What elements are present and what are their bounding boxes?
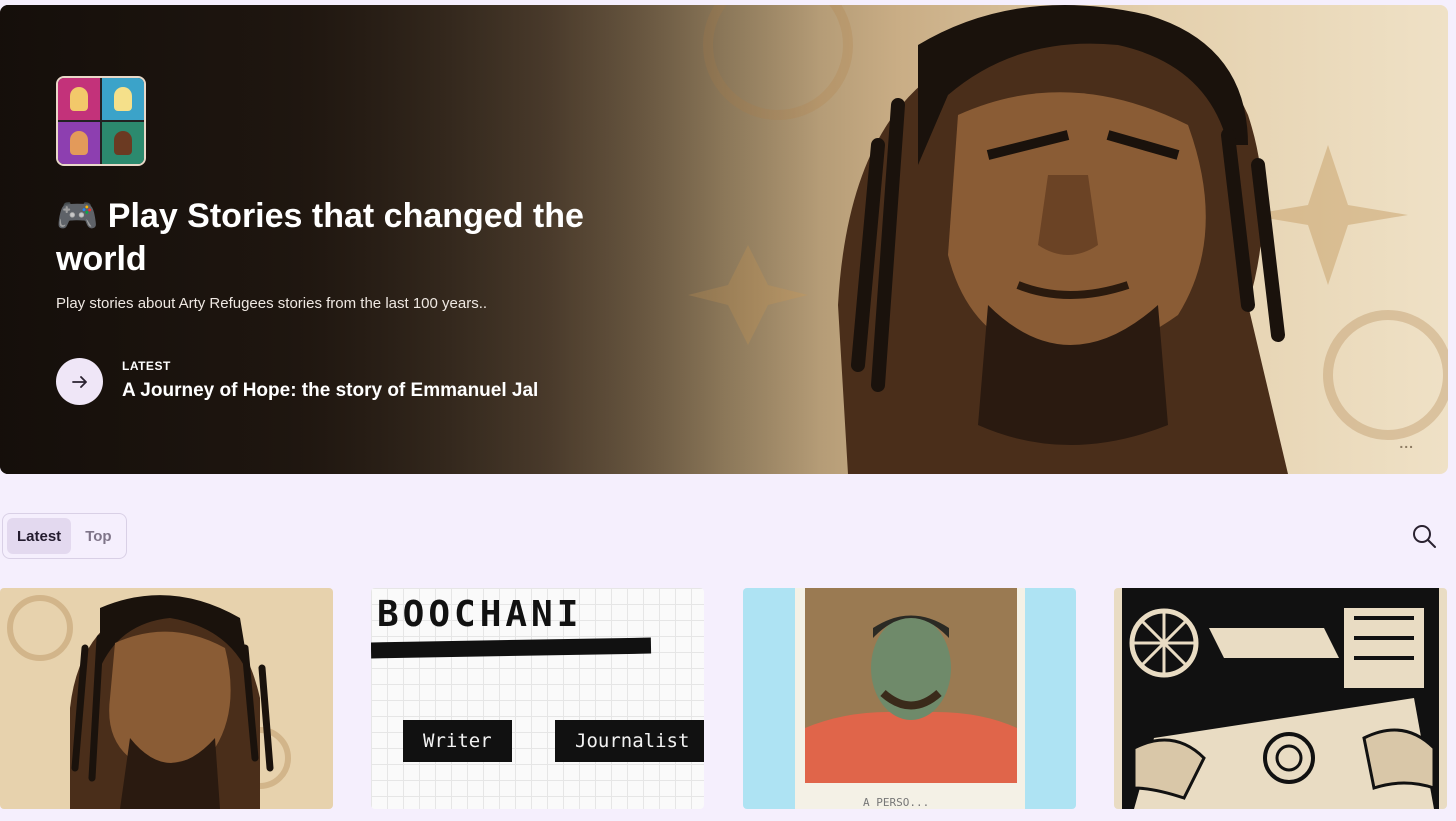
latest-post-link[interactable]: A Journey of Hope: the story of Emmanuel… xyxy=(122,380,538,402)
svg-text:A PERSO...: A PERSO... xyxy=(863,796,929,809)
card-woodcut-illustration xyxy=(1122,588,1439,809)
hero-title-text: Play Stories that changed the world xyxy=(56,197,584,278)
hero-title: 🎮 Play Stories that changed the world xyxy=(56,195,616,281)
post-card-painted-portrait[interactable]: A PERSO... xyxy=(743,588,1076,809)
tab-latest[interactable]: Latest xyxy=(7,518,72,554)
card-tag-writer: Writer xyxy=(403,720,512,762)
card-name-text: BOOCHANI xyxy=(377,594,583,635)
search-icon[interactable] xyxy=(1410,522,1438,550)
post-card-boochani[interactable]: BOOCHANI Writer Journalist xyxy=(371,588,704,809)
card-painted-portrait: A PERSO... xyxy=(795,588,1025,809)
post-card-emmanuel-jal[interactable] xyxy=(0,588,333,809)
post-card-printing-press[interactable] xyxy=(1114,588,1447,809)
logo-quadrant xyxy=(58,122,100,164)
card-tag-journalist: Journalist xyxy=(555,720,704,762)
arrow-right-icon xyxy=(71,375,87,388)
logo-quadrant xyxy=(102,78,144,120)
latest-kicker: LATEST xyxy=(122,359,171,373)
logo-quadrant xyxy=(58,78,100,120)
publication-logo[interactable] xyxy=(56,76,146,166)
tab-top[interactable]: Top xyxy=(75,518,121,554)
hero-banner[interactable]: 🎮 Play Stories that changed the world Pl… xyxy=(0,5,1448,474)
logo-quadrant xyxy=(102,122,144,164)
card-portrait-illustration xyxy=(7,595,291,809)
gamepad-emoji: 🎮 xyxy=(56,197,99,235)
latest-post-button[interactable] xyxy=(56,358,103,405)
hero-subtitle: Play stories about Arty Refugees stories… xyxy=(56,295,488,312)
post-sort-tabs: Latest Top xyxy=(2,513,127,559)
more-options-icon[interactable]: ... xyxy=(1399,435,1414,451)
